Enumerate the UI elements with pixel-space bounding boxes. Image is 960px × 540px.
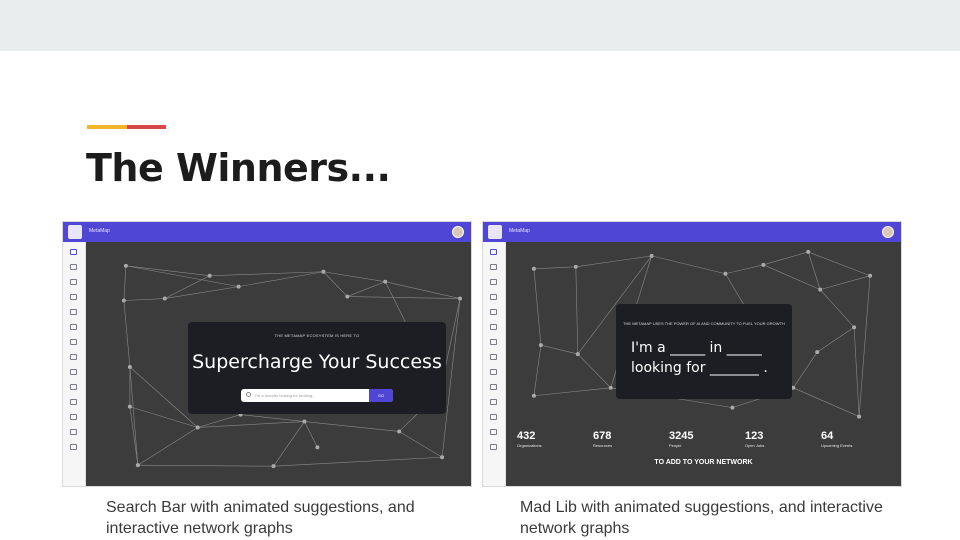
- chat-icon[interactable]: [490, 294, 497, 300]
- stat-resources: 678 Resources: [593, 430, 612, 448]
- briefcase-icon[interactable]: [70, 414, 77, 420]
- accent-bar-red: [127, 125, 166, 129]
- stat-value: 432: [517, 430, 536, 442]
- info-icon[interactable]: [490, 264, 497, 270]
- caption-right: Mad Lib with animated suggestions, and i…: [520, 499, 883, 537]
- app-bar: MetaMap: [63, 222, 471, 242]
- madlib-kicker: THE METAMAP USES THE POWER OF AI AND COM…: [623, 321, 785, 326]
- person-icon[interactable]: [490, 339, 497, 345]
- stat-label: Organizations: [517, 443, 542, 448]
- go-button[interactable]: GO: [369, 389, 393, 402]
- stat-label: Open Jobs: [745, 443, 765, 448]
- hero-title: Supercharge Your Success: [192, 351, 442, 373]
- stat-organizations: 432 Organizations: [517, 430, 542, 448]
- stat-label: Resources: [593, 443, 613, 448]
- hero-kicker: THE METAMAP ECOSYSTEM IS HERE TO: [274, 333, 360, 338]
- screenshot-search-bar: MetaMap THE METAMAP ECOSYSTEM IS HERE TO…: [62, 221, 472, 487]
- stat-open-jobs: 123 Open Jobs: [745, 430, 764, 448]
- key-icon[interactable]: [70, 369, 77, 375]
- cta-text[interactable]: TO ADD TO YOUR NETWORK: [506, 459, 901, 466]
- stat-value: 678: [593, 430, 612, 442]
- info-icon[interactable]: [70, 264, 77, 270]
- network-canvas[interactable]: THE METAMAP ECOSYSTEM IS HERE TO Superch…: [86, 242, 471, 486]
- home-icon[interactable]: [70, 249, 77, 255]
- book-icon[interactable]: [490, 279, 497, 285]
- people-icon[interactable]: [490, 429, 497, 435]
- graduation-icon[interactable]: [70, 444, 77, 450]
- stat-value: 123: [745, 430, 764, 442]
- chat-icon[interactable]: [70, 294, 77, 300]
- accent-bar-yellow: [87, 125, 127, 129]
- device-icon[interactable]: [490, 324, 497, 330]
- list-icon[interactable]: [70, 399, 77, 405]
- header-band: [0, 0, 960, 51]
- stat-label: Upcoming Events: [821, 443, 853, 448]
- person-icon[interactable]: [70, 339, 77, 345]
- app-name: MetaMap: [509, 228, 530, 234]
- people-icon[interactable]: [70, 429, 77, 435]
- calendar-icon[interactable]: [70, 354, 77, 360]
- home-icon[interactable]: [490, 249, 497, 255]
- search-input[interactable]: I'm a founder looking for funding...: [255, 393, 315, 398]
- stat-label: People: [669, 443, 682, 448]
- madlib-line-2[interactable]: looking for _______ .: [631, 360, 768, 376]
- map-icon[interactable]: [490, 309, 497, 315]
- app-bar: MetaMap: [483, 222, 901, 242]
- madlib-line-1[interactable]: I'm a _____ in _____: [631, 340, 762, 356]
- stat-value: 64: [821, 430, 834, 442]
- book-icon[interactable]: [70, 279, 77, 285]
- device-icon[interactable]: [70, 324, 77, 330]
- map-icon[interactable]: [70, 309, 77, 315]
- list-icon[interactable]: [490, 399, 497, 405]
- caption-left: Search Bar with animated suggestions, an…: [106, 499, 415, 537]
- network-canvas[interactable]: THE METAMAP USES THE POWER OF AI AND COM…: [506, 242, 901, 486]
- calendar-icon[interactable]: [490, 354, 497, 360]
- slide-title: The Winners...: [86, 146, 391, 190]
- stat-value: 3245: [669, 430, 694, 442]
- stat-upcoming-events: 64 Upcoming Events: [821, 430, 852, 448]
- database-icon[interactable]: [490, 384, 497, 390]
- search-bar[interactable]: I'm a founder looking for funding... GO: [241, 389, 393, 402]
- madlib-card: THE METAMAP USES THE POWER OF AI AND COM…: [616, 304, 792, 399]
- app-logo[interactable]: [488, 225, 502, 239]
- graduation-icon[interactable]: [490, 444, 497, 450]
- avatar[interactable]: [452, 226, 464, 238]
- app-logo[interactable]: [68, 225, 82, 239]
- screenshot-mad-lib: MetaMap THE METAMAP USES THE POWER OF AI…: [482, 221, 902, 487]
- database-icon[interactable]: [70, 384, 77, 390]
- search-icon: [246, 392, 251, 397]
- stat-people: 3245 People: [669, 430, 693, 448]
- briefcase-icon[interactable]: [490, 414, 497, 420]
- hero-card: THE METAMAP ECOSYSTEM IS HERE TO Superch…: [188, 322, 446, 414]
- avatar[interactable]: [882, 226, 894, 238]
- app-name: MetaMap: [89, 228, 110, 234]
- sidebar: [483, 242, 506, 486]
- sidebar: [63, 242, 86, 486]
- key-icon[interactable]: [490, 369, 497, 375]
